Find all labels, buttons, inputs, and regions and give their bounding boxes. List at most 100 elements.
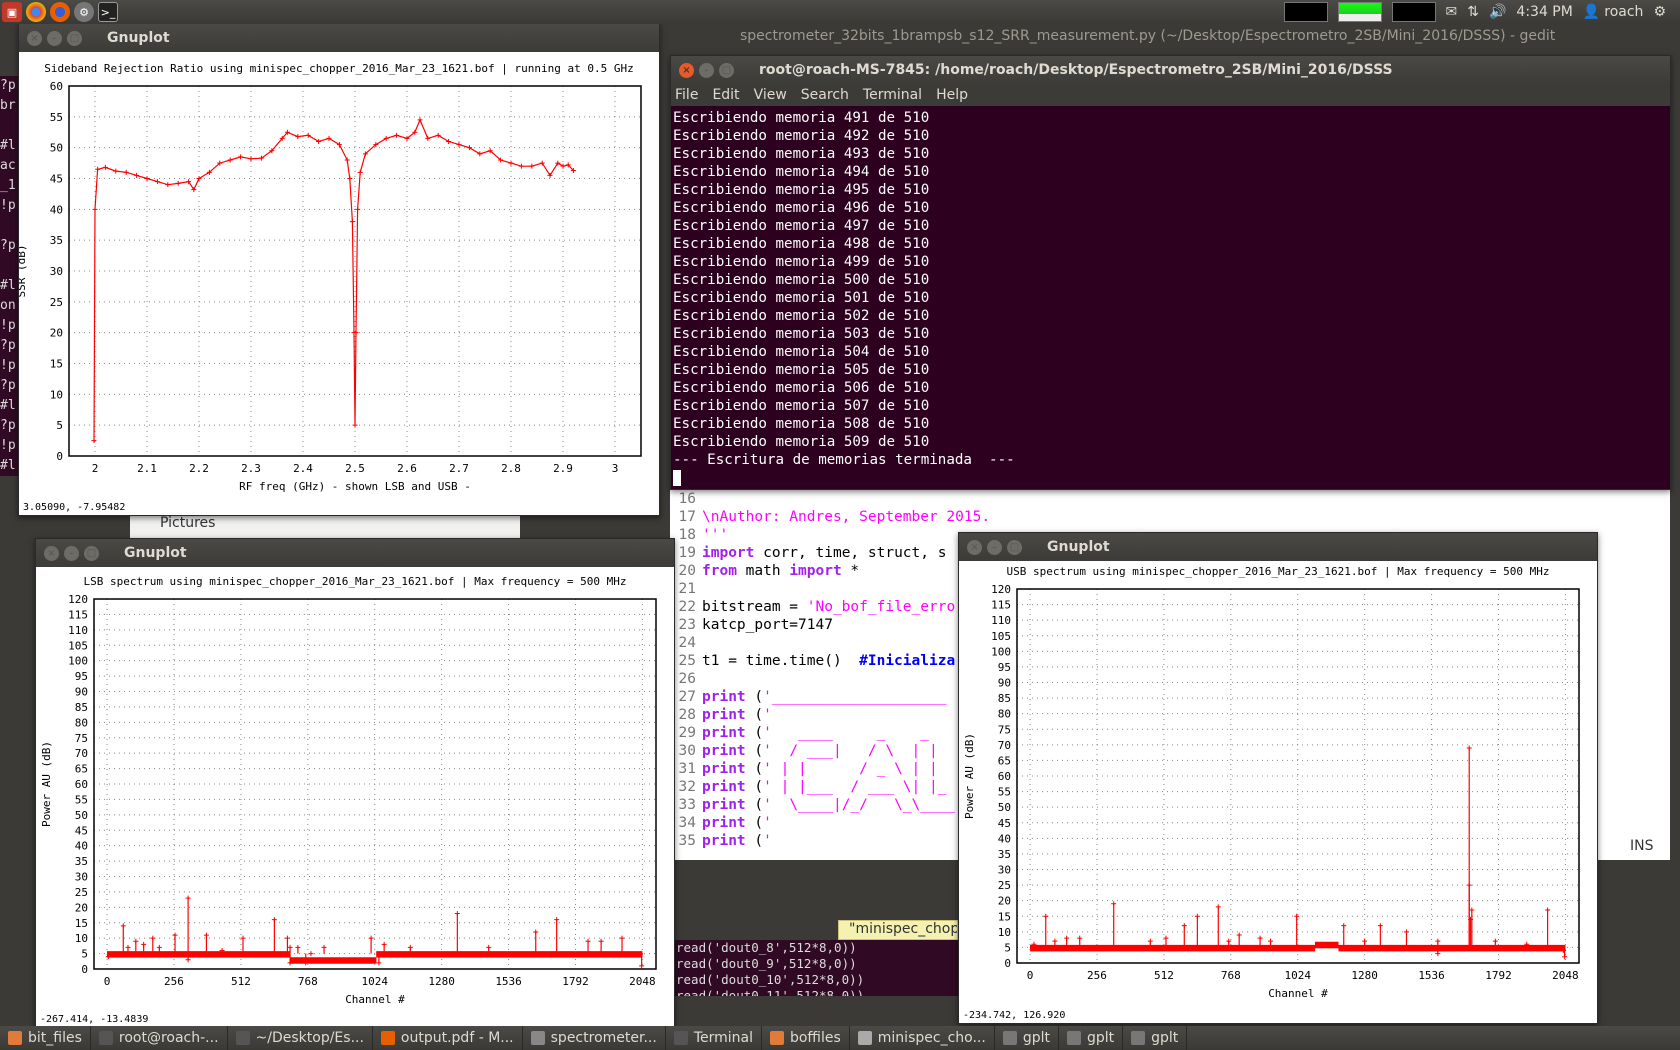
maximize-icon[interactable]: □ — [84, 545, 99, 561]
data-point — [175, 180, 181, 186]
y-tick-label: 40 — [50, 203, 63, 216]
data-point — [394, 132, 400, 138]
user-icon[interactable]: 👤 — [1583, 4, 1600, 20]
srr-plot-area[interactable]: Sideband Rejection Ratio using minispec_… — [19, 52, 659, 515]
user-name[interactable]: roach — [1604, 4, 1643, 20]
pictures-label[interactable]: Pictures — [160, 515, 215, 531]
terminal-menu-view[interactable]: View — [754, 87, 787, 103]
terminal-menu-file[interactable]: File — [675, 87, 698, 103]
network-icon[interactable]: ⇅ — [1467, 4, 1479, 20]
usb-plot-area[interactable]: USB spectrum using minispec_chopper_2016… — [959, 561, 1597, 1023]
power-icon[interactable]: ⚙ — [1653, 4, 1666, 20]
taskbar-item-label: gplt — [1022, 1030, 1050, 1046]
lsb-plot-area[interactable]: LSB spectrum using minispec_chopper_2016… — [36, 567, 674, 1027]
terminal-title: root@roach-MS-7845: /home/roach/Desktop/… — [759, 62, 1393, 78]
minimize-icon[interactable]: – — [64, 545, 79, 561]
code-token: ( — [745, 761, 764, 777]
data-point — [639, 963, 645, 969]
minimize-icon[interactable]: – — [47, 30, 62, 46]
bg-terminal-line: #l — [0, 398, 16, 413]
chrome-icon[interactable] — [26, 2, 46, 22]
volume-icon[interactable]: 🔊 — [1489, 4, 1506, 20]
bg-terminal-line: on — [0, 298, 16, 313]
data-point — [1562, 954, 1568, 960]
lsb-titlebar[interactable]: × – □ Gnuplot — [36, 539, 674, 567]
data-point — [435, 132, 441, 138]
taskbar-item[interactable]: gplt — [1059, 1026, 1124, 1050]
close-icon[interactable]: × — [967, 539, 982, 555]
taskbar-item[interactable]: minispec_cho... — [850, 1026, 995, 1050]
taskbar-item-icon — [1131, 1031, 1146, 1045]
taskbar-item[interactable]: gplt — [995, 1026, 1059, 1050]
terminal-menu-terminal[interactable]: Terminal — [863, 87, 922, 103]
y-tick-label: 60 — [998, 770, 1011, 783]
gnuplot-usb-window[interactable]: × – □ Gnuplot USB spectrum using minispe… — [958, 532, 1598, 1024]
y-tick-label: 100 — [991, 645, 1011, 658]
terminal-red-icon[interactable]: ▣ — [2, 2, 22, 22]
data-point — [446, 139, 452, 144]
terminal-window[interactable]: × – □ root@roach-MS-7845: /home/roach/De… — [670, 55, 1671, 490]
x-tick-label: 2.5 — [345, 462, 365, 475]
terminal-output[interactable]: Escribiendo memoria 491 de 510 Escribiend… — [671, 106, 1670, 489]
terminal-menu-search[interactable]: Search — [801, 87, 849, 103]
taskbar-item[interactable]: Terminal — [666, 1026, 762, 1050]
minimize-icon[interactable]: – — [699, 62, 714, 78]
terminal-menu-help[interactable]: Help — [936, 87, 968, 103]
data-point — [227, 157, 233, 163]
bg-terminal-line: !p — [0, 438, 16, 453]
y-tick-label: 70 — [998, 739, 1011, 752]
taskbar-item[interactable]: boffiles — [762, 1026, 850, 1050]
terminal-titlebar[interactable]: × – □ root@roach-MS-7845: /home/roach/De… — [671, 56, 1670, 84]
taskbar-item-label: bit_files — [28, 1030, 82, 1046]
y-tick-label: 35 — [50, 234, 63, 247]
data-point — [336, 142, 342, 148]
y-tick-label: 80 — [75, 716, 88, 729]
code-token: from — [702, 563, 737, 579]
minimize-icon[interactable]: – — [987, 539, 1002, 555]
bash-line: read('dout0_9',512*8,0)) — [676, 956, 857, 971]
maximize-icon[interactable]: □ — [1007, 539, 1022, 555]
data-point — [486, 944, 492, 950]
usb-titlebar[interactable]: × – □ Gnuplot — [959, 533, 1597, 561]
data-point — [1403, 929, 1409, 935]
firefox-icon[interactable] — [50, 2, 70, 22]
taskbar-item[interactable]: spectrometer... — [523, 1026, 666, 1050]
data-point — [154, 179, 160, 185]
x-tick-label: 1536 — [1418, 969, 1445, 982]
settings-icon[interactable]: ⚙ — [74, 2, 94, 22]
taskbar-item[interactable]: gplt — [1123, 1026, 1188, 1050]
data-point — [1111, 901, 1117, 907]
taskbar-item-label: ~/Desktop/Es... — [255, 1030, 364, 1046]
close-icon[interactable]: × — [27, 30, 42, 46]
y-tick-label: 115 — [991, 599, 1011, 612]
srr-titlebar[interactable]: × – □ Gnuplot — [19, 24, 659, 52]
data-point — [1545, 907, 1551, 913]
maximize-icon[interactable]: □ — [67, 30, 82, 46]
gnuplot-srr-window[interactable]: × – □ Gnuplot Sideband Rejection Ratio u… — [18, 23, 660, 516]
x-axis-label: Channel # — [1268, 987, 1328, 1000]
terminal-line: Escribiendo memoria 503 de 510 — [673, 326, 930, 342]
y-axis-label: SSR (dB) — [19, 245, 28, 298]
code-token: ( — [745, 797, 764, 813]
mail-icon[interactable]: ✉ — [1446, 4, 1458, 20]
taskbar-item[interactable]: output.pdf - M... — [373, 1026, 523, 1050]
taskbar-item[interactable]: ~/Desktop/Es... — [228, 1026, 373, 1050]
x-tick-label: 2.4 — [293, 462, 313, 475]
clock[interactable]: 4:34 PM — [1516, 4, 1572, 20]
code-token: ( — [745, 833, 764, 849]
gnuplot-lsb-window[interactable]: × – □ Gnuplot LSB spectrum using minispe… — [35, 538, 675, 1028]
code-token: ' \____|/_/ \_\____ — [763, 797, 956, 813]
data-point — [1043, 913, 1049, 919]
close-icon[interactable]: × — [44, 545, 59, 561]
code-token: print — [702, 761, 746, 777]
taskbar-item[interactable]: root@roach-... — [91, 1026, 228, 1050]
terminal-menu-edit[interactable]: Edit — [712, 87, 739, 103]
maximize-icon[interactable]: □ — [719, 62, 734, 78]
close-icon[interactable]: × — [679, 62, 694, 78]
x-tick-label: 256 — [164, 975, 184, 988]
data-point — [1435, 938, 1441, 944]
terminal-icon[interactable]: >_ — [98, 2, 118, 22]
data-point — [1257, 935, 1263, 941]
tooltip: "minispec_chop — [838, 920, 958, 940]
taskbar-item[interactable]: bit_files — [0, 1026, 91, 1050]
